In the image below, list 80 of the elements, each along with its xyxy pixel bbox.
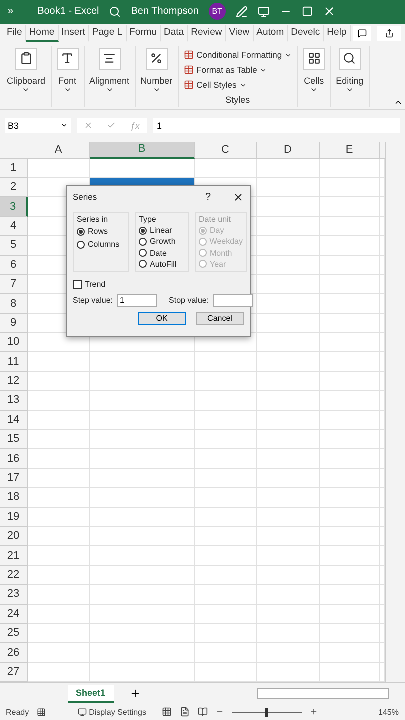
group-label: Styles (226, 94, 250, 105)
formula-field[interactable]: 1 (153, 118, 400, 134)
status-text: Ready (6, 708, 30, 717)
field-label: Step value: (73, 296, 114, 305)
ribbon-tab[interactable]: Page L (89, 25, 127, 42)
row-header[interactable]: 19 (0, 508, 28, 527)
column-header[interactable]: B (90, 142, 195, 159)
radio-option[interactable]: Growth (139, 237, 185, 246)
dialog-button[interactable]: Cancel (196, 312, 244, 325)
ribbon-tab[interactable]: Formu (126, 25, 161, 42)
group-label: Series in (77, 215, 110, 224)
zoom-level[interactable]: 145% (378, 708, 399, 717)
style-command[interactable]: Cell Styles (196, 80, 237, 90)
step-value-field[interactable]: 1 (117, 294, 158, 307)
window-title: Book1 - Excel (38, 6, 100, 18)
row-header[interactable]: 20 (0, 527, 28, 546)
row-header[interactable]: 23 (0, 585, 28, 605)
ribbon-tab[interactable]: Review (188, 25, 226, 42)
row-header[interactable]: 17 (0, 468, 28, 488)
style-command[interactable]: Format as Table (196, 65, 258, 76)
row-header[interactable]: 5 (0, 236, 28, 256)
ribbon-tab[interactable]: Home (26, 25, 59, 42)
ribbon-tab[interactable]: Autom (254, 25, 288, 42)
group-label[interactable]: Clipboard (7, 76, 46, 86)
row-header[interactable]: 27 (0, 662, 28, 682)
overflow-button[interactable]: » (8, 6, 14, 18)
dialog-title: Series (73, 192, 98, 202)
column-header[interactable]: E (320, 142, 380, 159)
radio-option[interactable]: Linear (139, 226, 185, 236)
row-header[interactable]: 9 (0, 314, 28, 334)
group-label: Type (139, 215, 158, 224)
row-header[interactable]: 25 (0, 624, 28, 644)
user-avatar[interactable]: BT (208, 3, 226, 20)
ribbon-tab[interactable]: File (4, 25, 26, 42)
group-label[interactable]: Editing (336, 76, 364, 86)
sheet-tab[interactable]: Sheet1 (68, 684, 114, 703)
ribbon-tab[interactable]: Insert (58, 25, 90, 42)
group-label[interactable]: Cells (304, 76, 324, 86)
field-label: Stop value: (169, 296, 210, 305)
ribbon-tab[interactable]: Develc (288, 25, 324, 42)
row-header[interactable]: 14 (0, 410, 28, 430)
row-header[interactable]: 24 (0, 604, 28, 624)
row-header[interactable]: 10 (0, 333, 28, 352)
trend-checkbox[interactable]: Trend (73, 280, 244, 289)
row-header[interactable]: 7 (0, 274, 28, 294)
column-header[interactable]: D (257, 142, 320, 159)
row-header[interactable]: 16 (0, 449, 28, 469)
row-header[interactable]: 3 (0, 197, 28, 217)
group-label[interactable]: Font (58, 76, 77, 86)
row-header[interactable]: 21 (0, 546, 28, 566)
display-settings-button[interactable]: Display Settings (78, 708, 146, 717)
dialog-button[interactable]: OK (138, 312, 186, 325)
radio-option[interactable]: AutoFill (139, 260, 185, 269)
name-box[interactable]: B3 (5, 118, 71, 134)
row-header[interactable]: 18 (0, 488, 28, 508)
row-header[interactable]: 11 (0, 352, 28, 372)
row-header[interactable]: 26 (0, 643, 28, 663)
group-label: Date unit (199, 215, 232, 224)
row-header[interactable]: 13 (0, 391, 28, 411)
radio-option[interactable]: Columns (77, 239, 125, 250)
row-header[interactable]: 15 (0, 430, 28, 450)
style-command[interactable]: Conditional Formatting (196, 50, 282, 60)
row-header[interactable]: 12 (0, 372, 28, 392)
row-header[interactable]: 1 (0, 158, 28, 178)
ribbon-tab[interactable]: View (226, 25, 254, 42)
group-label[interactable]: Number (140, 76, 173, 86)
row-header[interactable]: 22 (0, 566, 28, 586)
column-header[interactable]: A (28, 142, 90, 159)
column-header[interactable]: C (195, 142, 257, 159)
radio-option[interactable]: Rows (77, 226, 125, 237)
radio-option[interactable]: Date (139, 248, 185, 258)
row-header[interactable]: 6 (0, 256, 28, 275)
ribbon-tab[interactable]: Data (161, 25, 188, 42)
help-button[interactable]: ? (205, 192, 211, 202)
ribbon-tab[interactable]: Help (324, 25, 351, 42)
row-header[interactable]: 8 (0, 294, 28, 314)
user-name: Ben Thompson (131, 6, 199, 18)
row-header[interactable]: 4 (0, 216, 28, 236)
row-header[interactable]: 2 (0, 178, 28, 198)
group-label[interactable]: Alignment (90, 76, 130, 86)
